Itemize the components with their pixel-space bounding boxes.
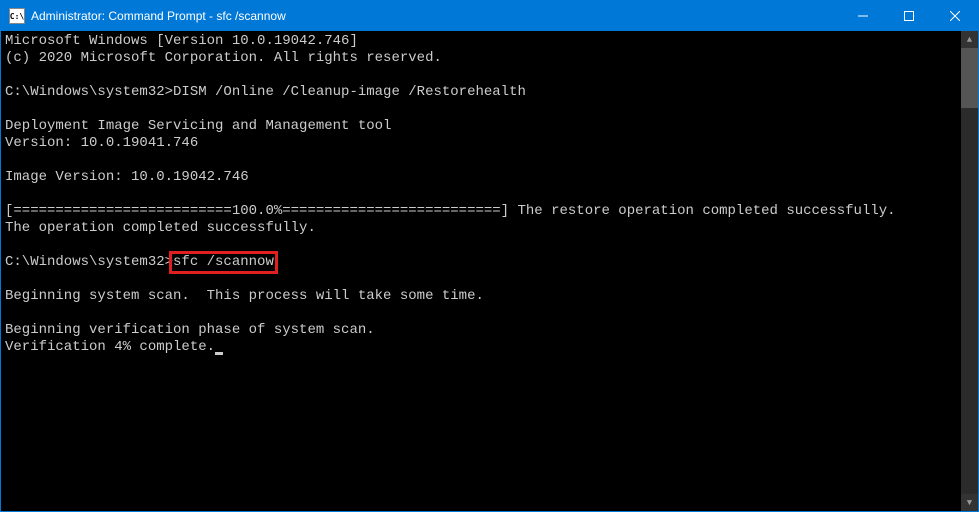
- terminal-line: [5, 186, 957, 203]
- scrollbar[interactable]: ▲ ▼: [961, 31, 978, 511]
- window-title: Administrator: Command Prompt - sfc /sca…: [31, 9, 286, 23]
- terminal[interactable]: Microsoft Windows [Version 10.0.19042.74…: [1, 31, 961, 511]
- terminal-line: C:\Windows\system32>DISM /Online /Cleanu…: [5, 84, 957, 101]
- terminal-line: [5, 271, 957, 288]
- terminal-line: Image Version: 10.0.19042.746: [5, 169, 957, 186]
- titlebar-left: C:\ Administrator: Command Prompt - sfc …: [1, 8, 286, 24]
- minimize-button[interactable]: [840, 1, 886, 31]
- maximize-button[interactable]: [886, 1, 932, 31]
- scroll-up-button[interactable]: ▲: [961, 31, 978, 48]
- terminal-line: [5, 305, 957, 322]
- window-controls: [840, 1, 978, 31]
- terminal-line: [5, 237, 957, 254]
- terminal-line: [5, 152, 957, 169]
- scroll-thumb[interactable]: [961, 48, 978, 108]
- terminal-line: [5, 101, 957, 118]
- terminal-wrap: Microsoft Windows [Version 10.0.19042.74…: [1, 31, 978, 511]
- cmd-icon-text: C:\: [10, 12, 24, 21]
- cursor: [215, 352, 223, 355]
- command-prompt-window: C:\ Administrator: Command Prompt - sfc …: [0, 0, 979, 512]
- terminal-line: [==========================100.0%=======…: [5, 203, 957, 220]
- terminal-line: Microsoft Windows [Version 10.0.19042.74…: [5, 33, 957, 50]
- terminal-line: C:\Windows\system32>sfc /scannow: [5, 254, 957, 271]
- terminal-line: Beginning verification phase of system s…: [5, 322, 957, 339]
- terminal-line: Verification 4% complete.: [5, 339, 957, 356]
- terminal-line: Deployment Image Servicing and Managemen…: [5, 118, 957, 135]
- scroll-down-button[interactable]: ▼: [961, 494, 978, 511]
- terminal-line: Beginning system scan. This process will…: [5, 288, 957, 305]
- titlebar[interactable]: C:\ Administrator: Command Prompt - sfc …: [1, 1, 978, 31]
- close-button[interactable]: [932, 1, 978, 31]
- cmd-icon: C:\: [9, 8, 25, 24]
- terminal-line: [5, 67, 957, 84]
- terminal-line: Version: 10.0.19041.746: [5, 135, 957, 152]
- terminal-line: The operation completed successfully.: [5, 220, 957, 237]
- terminal-line: (c) 2020 Microsoft Corporation. All righ…: [5, 50, 957, 67]
